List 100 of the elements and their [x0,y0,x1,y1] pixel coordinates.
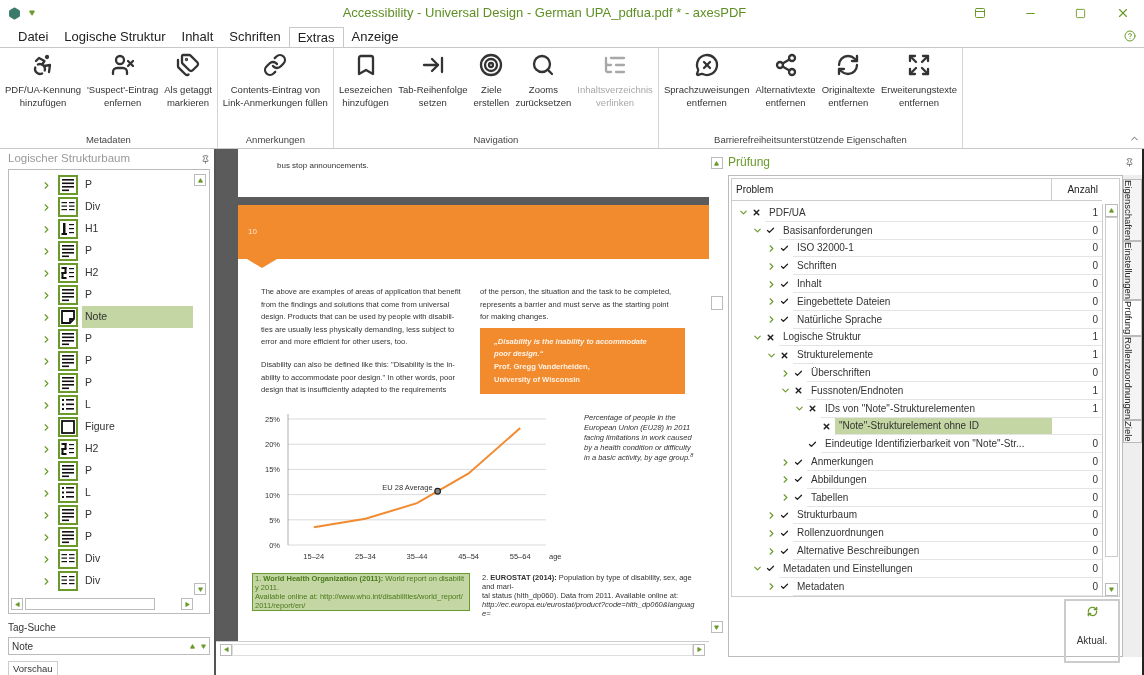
tree-item-label[interactable]: P [82,372,193,394]
problem-label[interactable]: Natürliche Sprache [793,310,1052,329]
scroll-up-icon[interactable] [1108,208,1114,213]
vertical-scrollbar[interactable] [193,172,207,597]
side-tab[interactable]: Eigenschaften [1123,179,1142,242]
tree-item-label[interactable]: P [82,284,193,306]
scroll-down-icon[interactable] [714,624,719,630]
scroll-thumb[interactable] [710,296,723,310]
ribbon-button[interactable]: Als getaggt markieren [161,53,215,109]
previous-icon[interactable] [190,643,195,649]
scroll-up-icon[interactable] [197,177,203,183]
tree-item-label[interactable]: P [82,350,193,372]
tree-item-label[interactable]: P [82,460,193,482]
problem-label[interactable]: Metadaten [793,577,1052,596]
problem-label[interactable]: Eindeutige Identifizierbarkeit von "Note"-Str... [821,435,1052,454]
app-logo-icon[interactable] [8,6,21,20]
tree-item-label[interactable]: L [82,482,193,504]
horizontal-scrollbar[interactable] [216,641,709,657]
list-tag-icon [58,483,78,503]
side-tab[interactable]: Prüfung [1123,300,1142,336]
tree-item-label[interactable]: Div [82,570,193,592]
scroll-right-icon[interactable] [184,601,190,607]
column-header[interactable]: Problem [732,179,1052,200]
refresh-button[interactable]: Aktual. [1064,598,1120,663]
vertical-scrollbar[interactable] [1102,204,1119,596]
side-tab[interactable]: Rollenzuordnungen [1123,335,1142,420]
pin-icon[interactable] [201,154,210,164]
preview-tab[interactable]: Vorschau [8,661,58,675]
tree-item-label[interactable]: L [82,394,193,416]
ribbon-button[interactable]: Contents-Eintrag von Link-Anmerkungen füllen [219,53,331,109]
maximize-icon[interactable] [1075,7,1086,19]
problem-label[interactable]: Strukturbaum [793,506,1052,525]
tree-item-label[interactable]: P [82,504,193,526]
problem-label[interactable]: Fussnoten/Endnoten [807,381,1052,400]
target-icon [479,53,504,77]
tree-item-label[interactable]: P [82,526,193,548]
ribbon-button[interactable]: Erweiterungstexte entfernen [878,53,961,109]
help-icon[interactable] [1124,30,1136,42]
ribbon-button[interactable]: PDF/UA-Kennung hinzufügen [2,53,85,109]
tree-item-label[interactable]: Note [82,306,193,328]
count-value: 0 [1092,544,1098,559]
window-layout-icon[interactable] [974,7,986,19]
ribbon-button[interactable]: Zooms zurücksetzen [512,53,575,109]
ribbon-button[interactable]: Sprachzuweisungen entfernen [660,53,753,109]
count-value: 0 [1092,508,1098,523]
menu-tab[interactable]: Anzeige [343,26,407,47]
problem-label[interactable]: Eingebettete Dateien [793,293,1052,311]
scroll-right-icon[interactable] [696,647,702,652]
problem-label[interactable]: Strukturelemente [793,346,1052,365]
ribbon-button[interactable]: Tab-Reihenfolge setzen [395,53,471,109]
tree-item-label[interactable]: H2 [82,438,193,460]
tag-search-field[interactable]: Note [8,637,210,655]
division-tag-icon [58,571,78,591]
tree-item-label[interactable]: Figure [82,416,193,438]
problem-label[interactable]: PDF/UA [765,204,1052,222]
scroll-down-icon[interactable] [1108,586,1114,592]
tree-item-label[interactable]: P [82,240,193,262]
next-icon[interactable] [201,643,206,649]
problem-label[interactable]: Logische Struktur [779,328,1052,347]
problem-label[interactable]: Abbildungen [807,470,1052,489]
tree-item-label[interactable]: Div [82,196,193,218]
caret-icon[interactable] [29,10,35,16]
tree-item-label[interactable]: H1 [82,218,193,240]
problem-label[interactable]: Rollenzuordnungen [793,524,1052,543]
problem-label[interactable]: Metadaten und Einstellungen [779,559,1052,578]
problem-label[interactable]: Tabellen [807,488,1052,507]
problem-label[interactable]: Anmerkungen [807,453,1052,471]
ribbon-button[interactable]: Lesezeichen hinzufügen [335,53,396,109]
side-tab[interactable]: Einstellungen [1123,241,1142,301]
problem-label[interactable]: IDs von "Note"-Strukturelementen [821,399,1052,418]
scroll-down-icon[interactable] [197,586,203,592]
tree-item-label[interactable]: H2 [82,262,193,284]
menu-tab[interactable]: Schriften [221,26,289,47]
problem-label[interactable]: Schriften [793,257,1052,276]
share-icon [773,53,798,77]
menu-tab[interactable]: Extras [288,27,344,48]
pin-icon[interactable] [1125,157,1134,167]
scroll-up-icon[interactable] [714,160,719,166]
menu-tab[interactable]: Datei [10,26,57,47]
side-tab[interactable]: Ziele [1123,419,1142,443]
tree-item-label[interactable]: P [82,174,193,196]
ribbon-button[interactable]: Ziele erstellen [470,53,513,109]
tree-item-label[interactable]: Div [82,548,193,570]
problem-label[interactable]: Basisanforderungen [779,221,1052,240]
problem-label[interactable]: Inhalt [793,275,1052,293]
menu-tab[interactable]: Inhalt [173,26,222,47]
count-value: 1 [1092,383,1098,398]
tree-item-label[interactable]: P [82,328,193,350]
close-icon[interactable] [1116,6,1130,20]
column-header[interactable]: Anzahl [1052,179,1102,200]
scroll-left-icon[interactable] [223,647,229,652]
menu-tab[interactable]: Logische Struktur [56,26,174,47]
scroll-left-icon[interactable] [14,601,20,607]
ribbon-button[interactable]: Alternativtexte entfernen [752,53,819,109]
problem-label[interactable]: ISO 32000-1 [793,239,1052,258]
ribbon-button[interactable]: 'Suspect'-Eintrag enfernen [84,53,162,109]
problem-label[interactable]: Überschriften [807,364,1052,382]
problem-label[interactable]: Alternative Beschreibungen [793,542,1052,560]
paragraph-tag-icon [58,329,78,349]
ribbon-button[interactable]: Originaltexte entfernen [818,53,878,109]
